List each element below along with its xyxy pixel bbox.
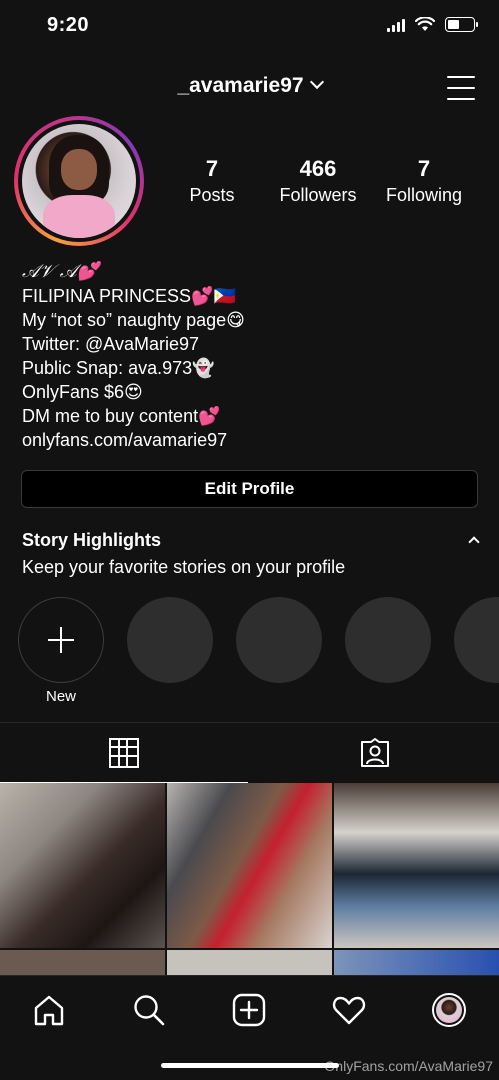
cellular-signal-icon (387, 18, 405, 32)
following-count: 7 (417, 156, 431, 181)
status-time: 9:20 (47, 14, 90, 36)
bio-line: DM me to buy content💕 (22, 406, 221, 426)
bio-line: Twitter: @AvaMarie97 (22, 334, 200, 354)
grid-icon (109, 737, 139, 768)
stat-following[interactable]: 7 Following (369, 156, 479, 206)
nav-profile[interactable] (429, 990, 469, 1030)
edit-profile-button[interactable]: Edit Profile (21, 470, 478, 508)
highlight-placeholder[interactable] (454, 597, 499, 683)
post-thumbnail[interactable] (167, 783, 332, 948)
plus-icon (48, 627, 74, 653)
bio-line: My “not so” naughty page😋 (22, 310, 245, 330)
watermark: OnlyFans.com/AvaMarie97 (324, 1058, 493, 1074)
profile-avatar[interactable] (14, 116, 144, 246)
story-highlights-row: New (0, 597, 499, 707)
profile-tabs (0, 722, 499, 783)
tab-posts-grid[interactable] (0, 723, 248, 783)
following-label: Following (385, 185, 463, 205)
plus-square-icon (232, 993, 266, 1027)
post-thumbnail[interactable] (334, 783, 499, 948)
profile-avatar (432, 993, 466, 1027)
posts-label: Posts (189, 185, 235, 205)
display-name: 𝒜𝒱 𝒜💕 (22, 261, 100, 282)
home-indicator[interactable] (161, 1063, 339, 1068)
highlight-placeholder[interactable] (345, 597, 431, 683)
new-highlight-label: New (45, 688, 76, 705)
highlights-title: Story Highlights (22, 530, 161, 550)
nav-activity[interactable] (329, 990, 369, 1030)
post-thumbnail[interactable] (167, 950, 332, 975)
tagged-person-icon (361, 738, 389, 767)
profile-header: _avamarie97 (0, 70, 499, 106)
bio-link[interactable]: onlyfans.com/avamarie97 (22, 428, 482, 452)
wifi-icon (415, 17, 435, 31)
nav-search[interactable] (129, 990, 169, 1030)
post-thumbnail[interactable] (0, 783, 165, 948)
username: _avamarie97 (177, 74, 304, 97)
followers-count: 466 (299, 156, 337, 181)
profile-bio: 𝒜𝒱 𝒜💕 FILIPINA PRINCESS💕🇵🇭 My “not so” n… (22, 260, 482, 452)
highlight-placeholder[interactable] (127, 597, 213, 683)
stat-posts[interactable]: 7 Posts (157, 156, 267, 206)
profile-summary: 7 Posts 466 Followers 7 Following (0, 116, 499, 246)
highlight-placeholder[interactable] (236, 597, 322, 683)
search-icon (134, 995, 165, 1026)
status-icons (387, 17, 478, 32)
followers-label: Followers (279, 185, 357, 205)
post-thumbnail[interactable] (0, 950, 165, 975)
bio-line: FILIPINA PRINCESS💕🇵🇭 (22, 286, 236, 306)
hamburger-icon[interactable] (447, 76, 475, 100)
new-highlight-button[interactable] (18, 597, 104, 683)
posts-count: 7 (205, 156, 219, 181)
tab-tagged[interactable] (251, 723, 499, 783)
heart-icon (332, 996, 366, 1025)
profile-photo (22, 124, 136, 238)
battery-icon (445, 17, 478, 32)
bio-line: Public Snap: ava.973👻 (22, 358, 215, 378)
battery-level (448, 20, 459, 29)
account-switcher[interactable]: _avamarie97 (0, 74, 499, 98)
post-thumbnail[interactable] (334, 950, 499, 975)
nav-home[interactable] (29, 990, 69, 1030)
nav-create[interactable] (229, 990, 269, 1030)
bio-line: OnlyFans $6😍 (22, 382, 143, 402)
highlights-subtitle: Keep your favorite stories on your profi… (22, 557, 346, 577)
story-highlights-header: Story Highlights Keep your favorite stor… (22, 530, 482, 578)
status-bar: 9:20 (0, 0, 499, 52)
stat-followers[interactable]: 466 Followers (263, 156, 373, 206)
chevron-down-icon (309, 74, 324, 90)
home-icon (34, 995, 64, 1026)
posts-grid (0, 783, 499, 975)
